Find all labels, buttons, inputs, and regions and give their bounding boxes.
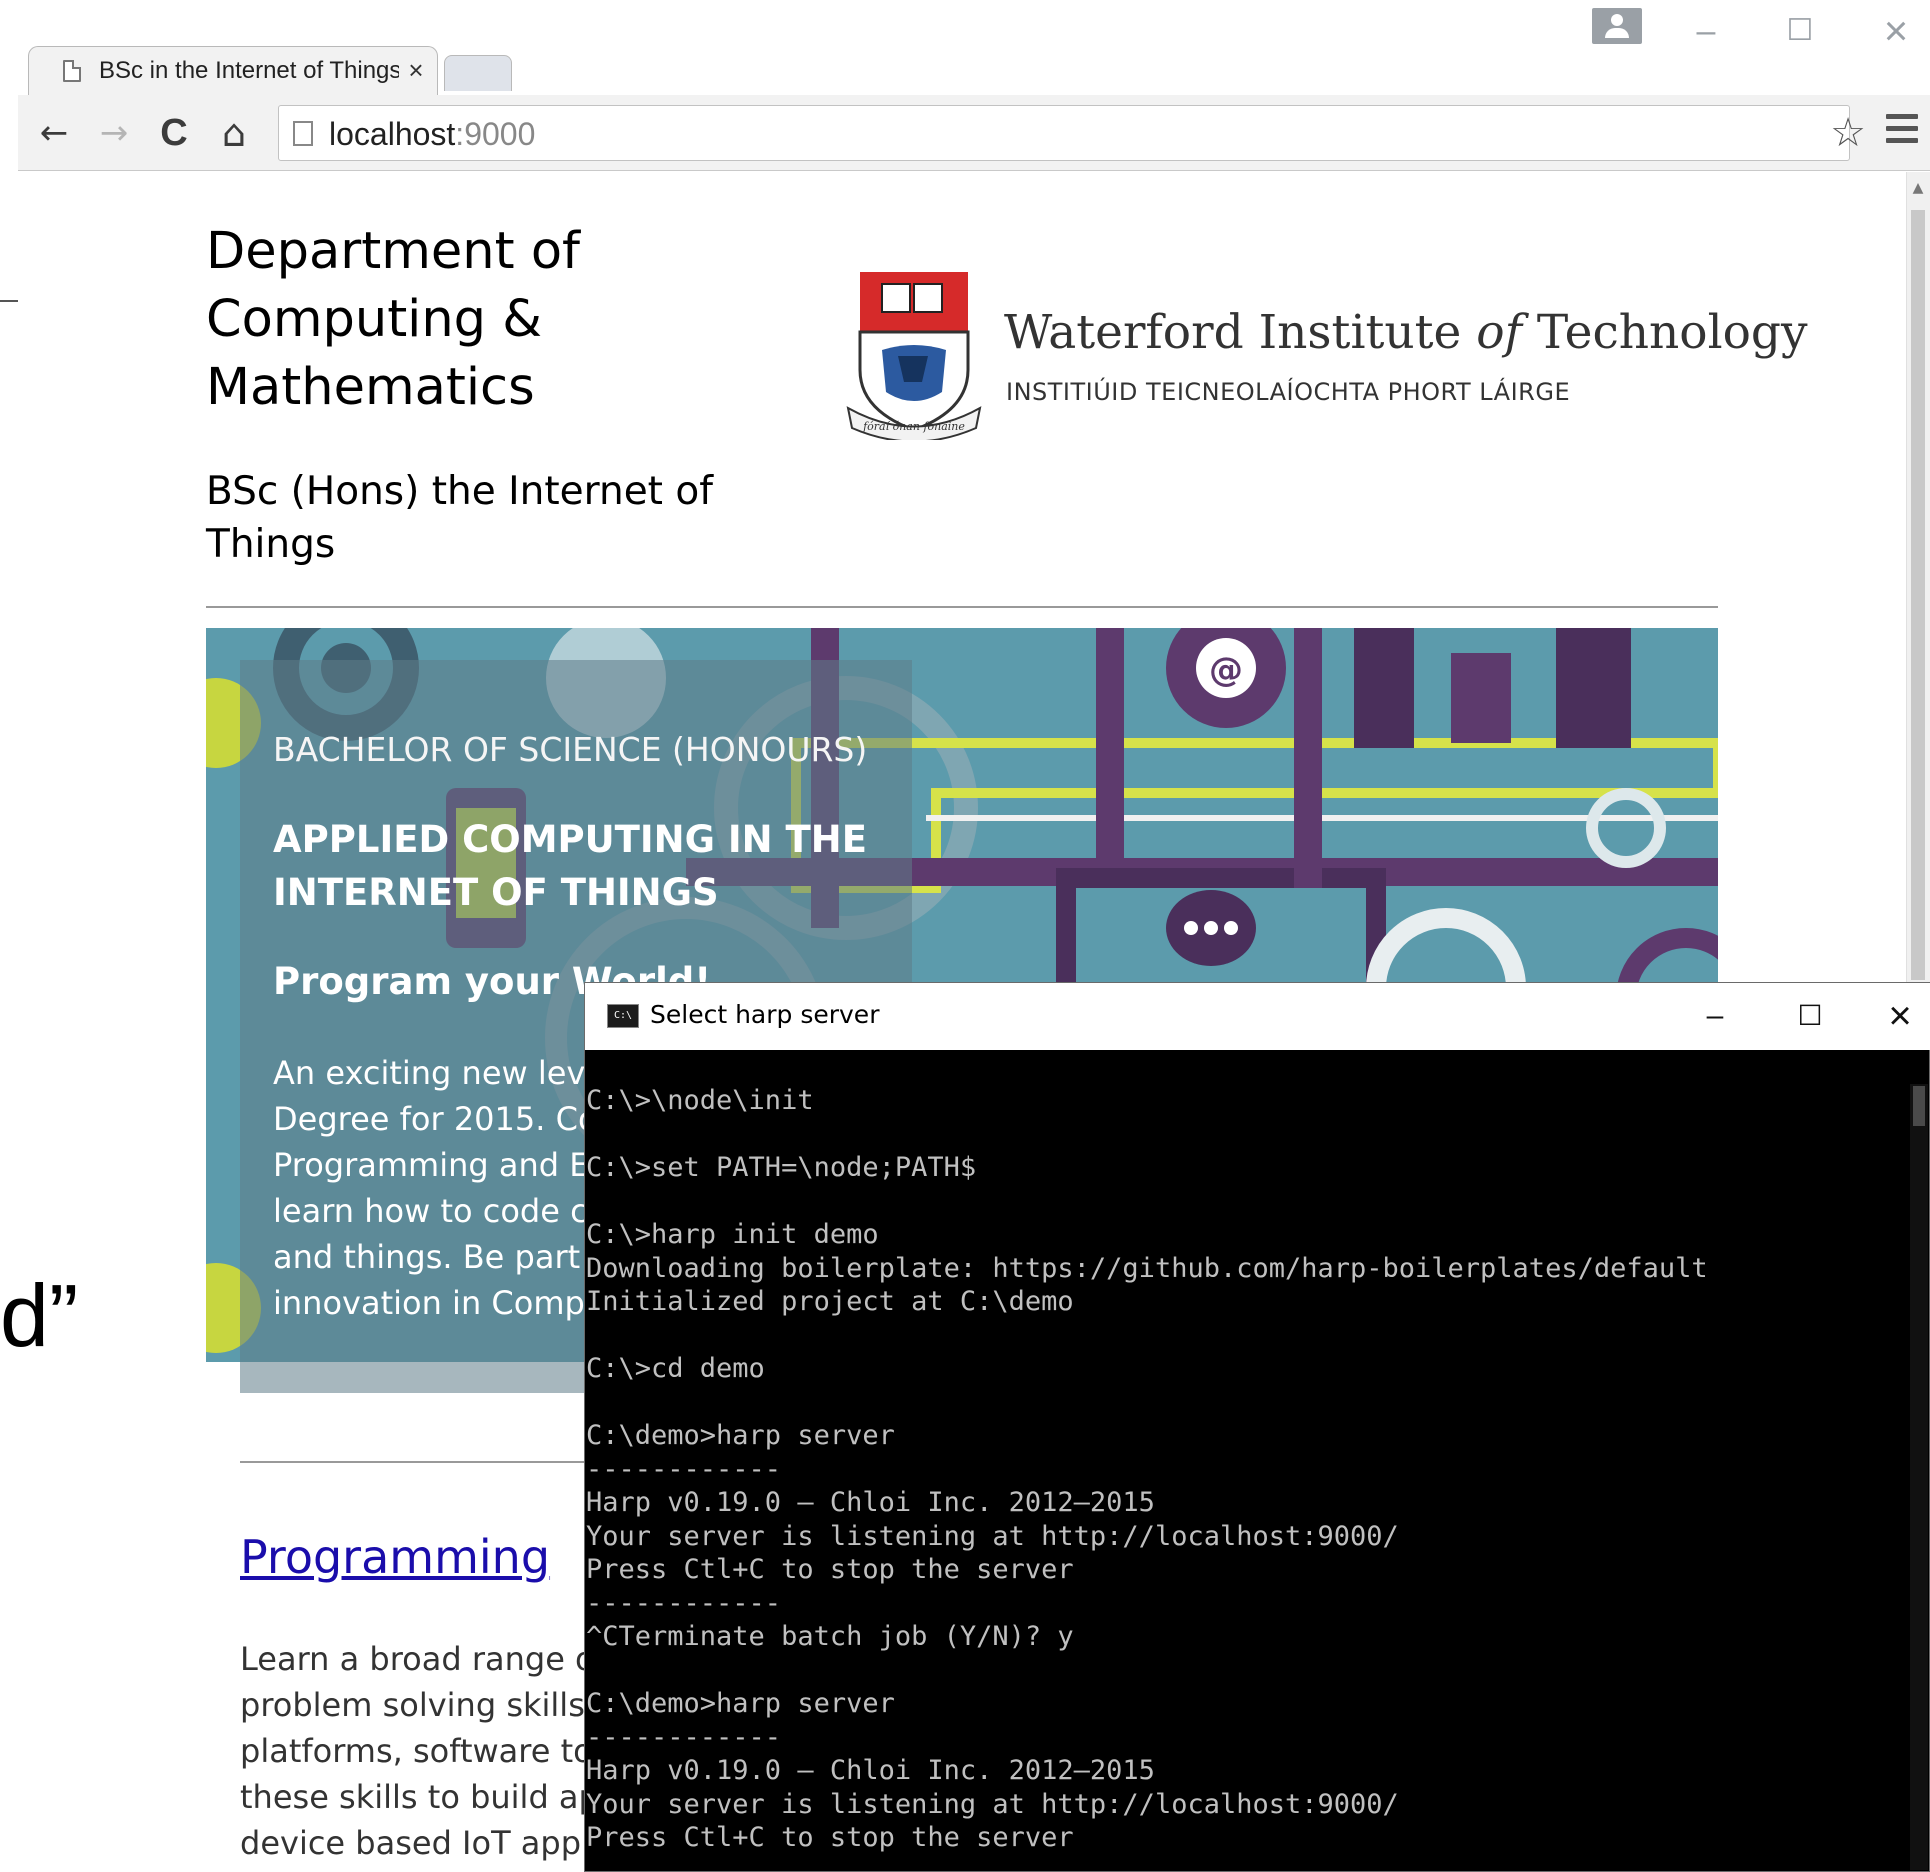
console-line: ------------: [586, 1453, 782, 1485]
address-url[interactable]: localhost:9000: [329, 116, 535, 153]
programme-line: BSc (Hons) the Internet of: [206, 469, 713, 514]
institute-irish-name: INSTITIÚID TEICNEOLAÍOCHTA PHORT LÁIRGE: [1006, 378, 1571, 406]
console-minimize-button[interactable]: –: [1680, 986, 1750, 1046]
address-bar[interactable]: localhost:9000: [278, 105, 1850, 161]
scroll-up-arrow-icon[interactable]: ▲: [1910, 180, 1926, 196]
window-maximize-button[interactable]: ☐: [1770, 6, 1830, 56]
console-close-button[interactable]: ×: [1870, 986, 1930, 1046]
console-scroll-thumb[interactable]: [1913, 1086, 1925, 1126]
console-line: Initialized project at C:\demo: [586, 1286, 1074, 1317]
console-line: C:\demo>harp server: [586, 1420, 895, 1451]
page-scroll-thumb[interactable]: [1911, 210, 1925, 980]
banner-headline-line: INTERNET OF THINGS: [273, 871, 719, 914]
user-profile-icon[interactable]: [1592, 8, 1642, 44]
console-line: Downloading boilerplate: https://github.…: [586, 1252, 1708, 1284]
banner-headline-line: APPLIED COMPUTING IN THE: [273, 818, 867, 861]
console-scrollbar[interactable]: [1910, 1084, 1928, 1870]
tab-title: BSc in the Internet of Things: [99, 57, 399, 84]
svg-text:fóraí ónan fonaine: fóraí ónan fonaine: [862, 420, 965, 433]
page-icon: [63, 60, 81, 82]
background-text-fragment: d”: [0, 1272, 79, 1360]
wit-crest-logo: fóraí ónan fonaine: [846, 272, 982, 440]
divider: [240, 1461, 600, 1463]
page-info-icon[interactable]: [293, 121, 313, 146]
department-line: Department of: [206, 222, 580, 281]
programme-line: Things: [206, 522, 336, 567]
tab-close-icon[interactable]: ×: [401, 53, 431, 87]
console-line: Harp v0.19.0 – Chloi Inc. 2012–2015: [586, 1487, 1155, 1518]
console-title: Select harp server: [650, 1000, 880, 1029]
console-line: Press Ctl+C to stop the server: [586, 1822, 1074, 1853]
console-line: Your server is listening at http://local…: [586, 1788, 1399, 1820]
console-line: C:\>\node\init: [586, 1085, 814, 1116]
department-line: Mathematics: [206, 358, 535, 417]
background-window-edge: [0, 300, 18, 302]
bookmark-star-icon[interactable]: ☆: [1826, 108, 1870, 158]
console-line: C:\>harp init demo: [586, 1219, 879, 1250]
programme-title: BSc (Hons) the Internet of Things: [206, 465, 726, 571]
console-line: ------------: [586, 1721, 782, 1753]
console-line: C:\demo>harp server: [586, 1688, 895, 1719]
reload-icon[interactable]: C: [150, 103, 198, 163]
institute-name: Waterford Institute of Technology: [1004, 305, 1808, 360]
console-maximize-button[interactable]: ☐: [1775, 986, 1845, 1046]
console-line: C:\>cd demo: [586, 1353, 765, 1384]
cmd-icon: C:\: [607, 1004, 639, 1028]
banner-headline: APPLIED COMPUTING IN THE INTERNET OF THI…: [273, 813, 893, 919]
console-line: Your server is listening at http://local…: [586, 1520, 1399, 1552]
banner-kicker: BACHELOR OF SCIENCE (HONOURS): [273, 730, 868, 769]
window-minimize-button[interactable]: –: [1676, 6, 1736, 56]
forward-icon[interactable]: →: [90, 103, 138, 163]
department-title: Department of Computing & Mathematics: [206, 218, 706, 422]
console-line: ------------: [586, 1587, 782, 1619]
programming-link[interactable]: Programming: [240, 1530, 550, 1584]
console-line: ^CTerminate batch job (Y/N)? y: [586, 1621, 1074, 1652]
window-close-button[interactable]: ×: [1866, 6, 1926, 56]
new-tab-button[interactable]: [444, 55, 512, 91]
console-output[interactable]: C:\>\node\init C:\>set PATH=\node;PATH$ C:…: [586, 1084, 1916, 1855]
divider: [206, 606, 1718, 608]
console-line: Press Ctl+C to stop the server: [586, 1554, 1074, 1585]
browser-menu-icon[interactable]: [1884, 114, 1920, 154]
console-line: Harp v0.19.0 – Chloi Inc. 2012–2015: [586, 1755, 1155, 1786]
back-icon[interactable]: ←: [30, 103, 78, 163]
console-line: C:\>set PATH=\node;PATH$: [586, 1152, 977, 1183]
svg-text:@: @: [1209, 650, 1243, 690]
tab-iot-page[interactable]: BSc in the Internet of Things ×: [28, 46, 438, 96]
department-line: Computing &: [206, 290, 543, 349]
home-icon[interactable]: ⌂: [210, 103, 258, 163]
